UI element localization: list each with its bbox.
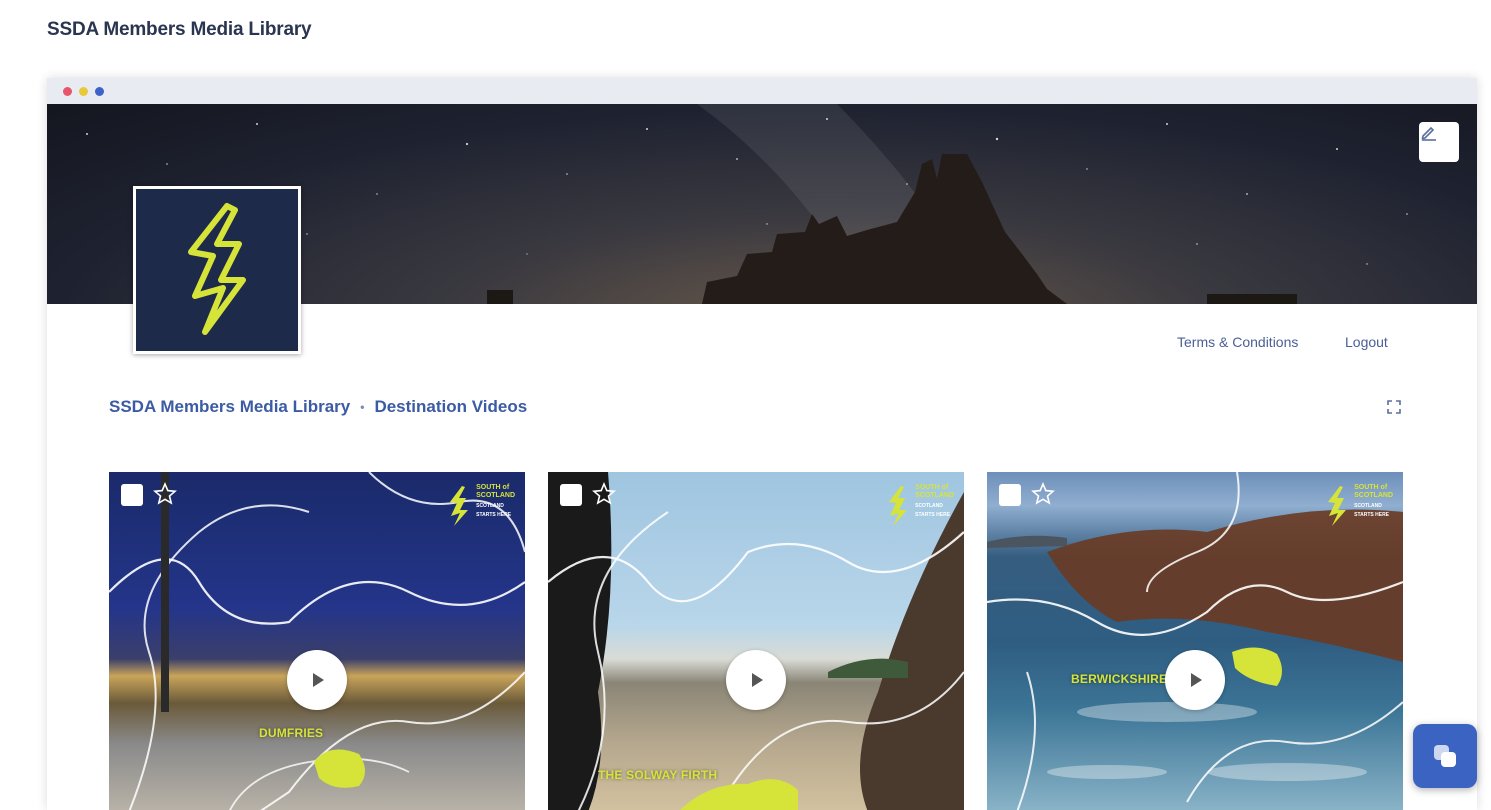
brand-line-1: SOUTH of: [915, 484, 949, 491]
region-label: BERWICKSHIRE: [1071, 672, 1168, 686]
lightning-logo-icon: [188, 203, 246, 335]
window-minimize-dot: [79, 87, 88, 96]
video-card-berwickshire[interactable]: SOUTH of SCOTLAND SCOTLAND STARTS HERE B…: [987, 472, 1403, 810]
brand-tagline-2: STARTS HERE: [476, 512, 512, 518]
breadcrumb-item-library[interactable]: SSDA Members Media Library: [109, 397, 350, 417]
play-icon: [313, 673, 324, 687]
play-button[interactable]: [726, 650, 786, 710]
window-maximize-dot: [95, 87, 104, 96]
brand-line-1: SOUTH of: [476, 484, 510, 491]
brand-lightning-icon: [889, 486, 908, 526]
breadcrumb-item-destination-videos[interactable]: Destination Videos: [374, 397, 527, 417]
south-of-scotland-brand: SOUTH of SCOTLAND SCOTLAND STARTS HERE: [1324, 484, 1393, 528]
chat-icon: [1434, 745, 1456, 767]
star-icon[interactable]: [1031, 482, 1055, 506]
south-of-scotland-brand: SOUTH of SCOTLAND SCOTLAND STARTS HERE: [885, 484, 954, 528]
edit-banner-button[interactable]: [1419, 122, 1459, 162]
region-label: DUMFRIES: [259, 726, 324, 740]
brand-tagline-1: SCOTLAND: [1354, 503, 1382, 509]
brand-tagline-1: SCOTLAND: [476, 503, 504, 509]
play-icon: [1191, 673, 1202, 687]
brand-line-2: SCOTLAND: [915, 492, 954, 499]
brand-lightning-icon: [1328, 486, 1347, 526]
select-checkbox[interactable]: [560, 484, 582, 506]
terms-link[interactable]: Terms & Conditions: [1177, 334, 1298, 350]
select-checkbox[interactable]: [121, 484, 143, 506]
breadcrumb: SSDA Members Media Library • Destination…: [109, 397, 527, 417]
region-label: THE SOLWAY FIRTH: [598, 768, 718, 782]
page-title: SSDA Members Media Library: [47, 19, 312, 40]
brand-lightning-icon: [450, 486, 469, 526]
video-card-dumfries[interactable]: SOUTH of SCOTLAND SCOTLAND STARTS HERE D…: [109, 472, 525, 810]
chat-button[interactable]: [1413, 724, 1477, 788]
select-checkbox[interactable]: [999, 484, 1021, 506]
video-card-solway-firth[interactable]: SOUTH of SCOTLAND SCOTLAND STARTS HERE T…: [548, 472, 964, 810]
star-icon[interactable]: [592, 482, 616, 506]
brand-tagline-2: STARTS HERE: [1354, 512, 1390, 518]
browser-window: Terms & Conditions Logout SSDA Members M…: [47, 78, 1477, 810]
breadcrumb-separator: •: [360, 400, 365, 414]
brand-tagline-1: SCOTLAND: [915, 503, 943, 509]
window-close-dot: [63, 87, 72, 96]
pencil-icon: [1421, 126, 1436, 141]
play-icon: [752, 673, 763, 687]
brand-line-1: SOUTH of: [1354, 484, 1388, 491]
brand-line-2: SCOTLAND: [1354, 492, 1393, 499]
logout-link[interactable]: Logout: [1345, 334, 1388, 350]
brand-tagline-2: STARTS HERE: [915, 512, 951, 518]
play-button[interactable]: [1165, 650, 1225, 710]
south-of-scotland-brand: SOUTH of SCOTLAND SCOTLAND STARTS HERE: [446, 484, 515, 528]
organization-logo: [133, 186, 301, 354]
play-button[interactable]: [287, 650, 347, 710]
star-icon[interactable]: [153, 482, 177, 506]
fullscreen-icon[interactable]: [1385, 398, 1403, 416]
window-title-bar: [47, 78, 1477, 104]
brand-line-2: SCOTLAND: [476, 492, 515, 499]
